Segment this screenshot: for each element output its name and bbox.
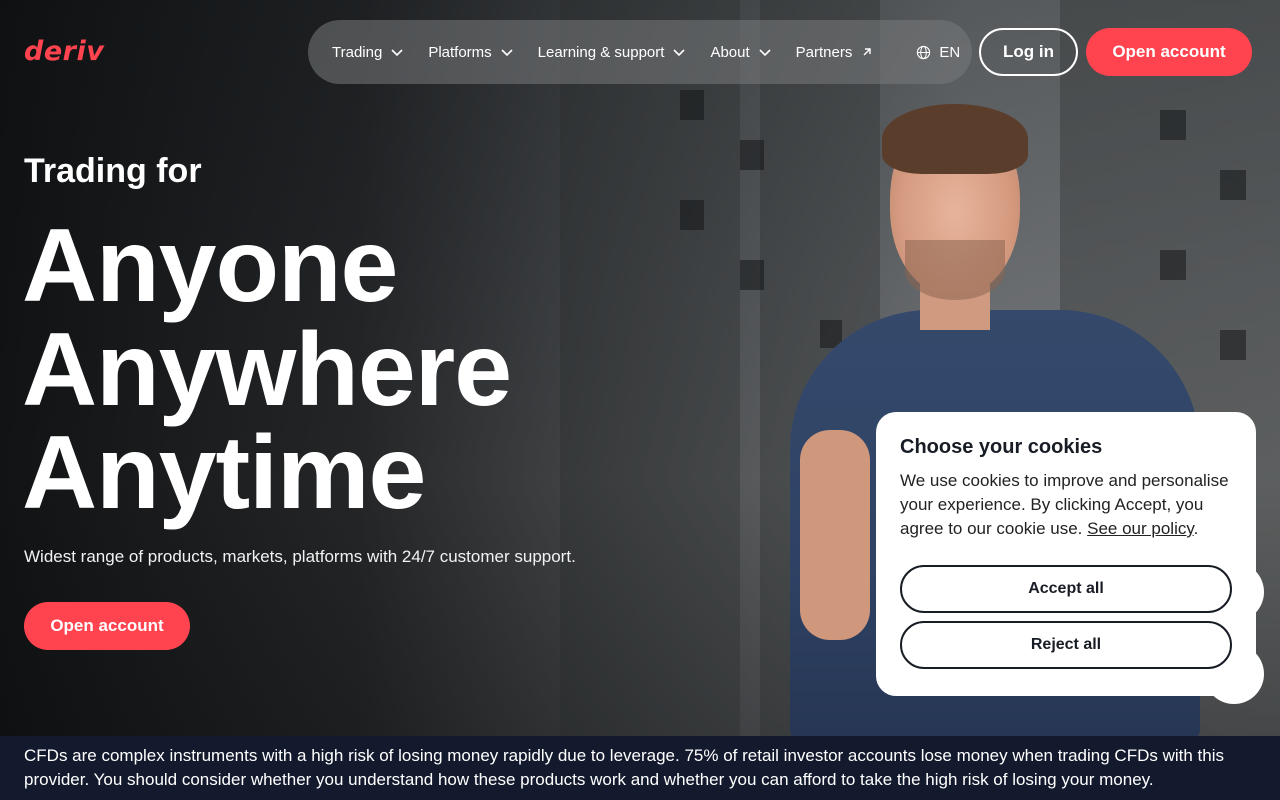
chevron-down-icon (501, 49, 513, 57)
hero-subtitle: Widest range of products, markets, platf… (24, 547, 576, 566)
open-account-hero-button[interactable]: Open account (24, 602, 190, 650)
nav-partners[interactable]: Partners (796, 44, 875, 61)
nav-learning-label: Learning & support (537, 43, 665, 61)
person-arm (800, 430, 870, 640)
login-button[interactable]: Log in (979, 28, 1078, 76)
globe-icon (917, 45, 931, 59)
window-shape (680, 200, 704, 230)
chevron-down-icon (391, 49, 403, 57)
language-selector[interactable]: EN (916, 44, 960, 61)
hero-line-anywhere: Anywhere (22, 312, 512, 428)
cookie-body: We use cookies to improve and personalis… (900, 469, 1232, 541)
hero-line-anytime: Anytime (22, 415, 426, 531)
accept-all-button[interactable]: Accept all (900, 565, 1232, 613)
nav-learning-support[interactable]: Learning & support (538, 44, 687, 61)
nav-partners-label: Partners (795, 43, 853, 61)
window-shape (740, 140, 764, 170)
nav-trading[interactable]: Trading (332, 44, 404, 61)
person-beard (905, 240, 1005, 300)
language-label: EN (939, 43, 961, 61)
reject-all-button[interactable]: Reject all (900, 621, 1232, 669)
chevron-down-icon (673, 49, 686, 57)
risk-warning-banner: CFDs are complex instruments with a high… (0, 736, 1280, 800)
window-shape (740, 260, 764, 290)
nav-about[interactable]: About (710, 44, 771, 61)
window-shape (1220, 170, 1246, 200)
hero-line-anyone: Anyone (22, 208, 398, 324)
external-link-icon (863, 48, 872, 56)
window-shape (1220, 330, 1246, 360)
nav-trading-label: Trading (332, 43, 383, 61)
cookie-consent-dialog: Choose your cookies We use cookies to im… (876, 412, 1256, 696)
nav-about-label: About (710, 43, 750, 61)
nav-platforms-label: Platforms (428, 43, 492, 61)
window-shape (680, 90, 704, 120)
hero-kicker: Trading for (24, 152, 202, 190)
nav-platforms[interactable]: Platforms (428, 44, 513, 61)
person-hair (882, 104, 1028, 174)
main-nav: Trading Platforms Learning & support Abo… (308, 20, 972, 84)
cookie-title: Choose your cookies (900, 436, 1103, 458)
cookie-policy-suffix: . (1193, 519, 1199, 538)
deriv-logo[interactable]: deriv (24, 36, 104, 67)
open-account-header-button[interactable]: Open account (1086, 28, 1252, 76)
chevron-down-icon (759, 49, 771, 57)
building-shape (560, 0, 740, 740)
cookie-policy-link[interactable]: See our policy (1087, 519, 1193, 538)
